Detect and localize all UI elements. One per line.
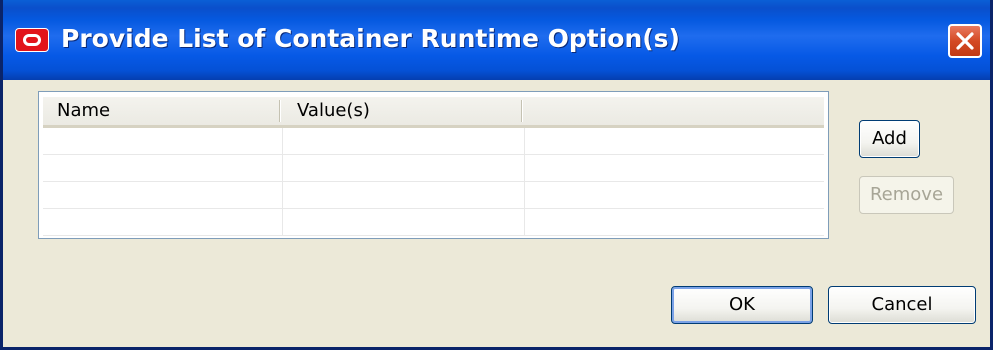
table-row[interactable] bbox=[43, 155, 824, 182]
table-row[interactable] bbox=[43, 182, 824, 209]
table-cell[interactable] bbox=[525, 128, 824, 154]
close-button[interactable] bbox=[948, 24, 982, 58]
column-header-extra[interactable] bbox=[525, 97, 824, 125]
table-cell[interactable] bbox=[283, 155, 525, 181]
dialog-title: Provide List of Container Runtime Option… bbox=[61, 24, 680, 53]
options-table[interactable]: Name Value(s) bbox=[38, 91, 829, 239]
table-cell[interactable] bbox=[525, 182, 824, 208]
add-button[interactable]: Add bbox=[859, 120, 920, 158]
oracle-logo-icon bbox=[15, 28, 49, 52]
table-cell[interactable] bbox=[43, 155, 283, 181]
column-divider[interactable] bbox=[521, 100, 523, 122]
table-cell[interactable] bbox=[283, 128, 525, 154]
ok-button[interactable]: OK bbox=[671, 286, 813, 324]
table-cell[interactable] bbox=[43, 128, 283, 154]
close-icon bbox=[956, 32, 974, 50]
table-row[interactable] bbox=[43, 209, 824, 236]
table-cell[interactable] bbox=[525, 155, 824, 181]
column-header-values[interactable]: Value(s) bbox=[283, 97, 523, 125]
table-cell[interactable] bbox=[283, 182, 525, 208]
title-bar[interactable]: Provide List of Container Runtime Option… bbox=[3, 0, 990, 80]
table-cell[interactable] bbox=[283, 209, 525, 235]
column-header-name[interactable]: Name bbox=[43, 97, 281, 125]
table-cell[interactable] bbox=[43, 182, 283, 208]
table-cell[interactable] bbox=[525, 209, 824, 235]
table-cell[interactable] bbox=[43, 209, 283, 235]
column-divider[interactable] bbox=[279, 100, 281, 122]
table-header: Name Value(s) bbox=[43, 97, 824, 128]
table-row[interactable] bbox=[43, 128, 824, 155]
runtime-options-dialog: Provide List of Container Runtime Option… bbox=[0, 0, 993, 350]
remove-button[interactable]: Remove bbox=[859, 176, 954, 214]
cancel-button[interactable]: Cancel bbox=[828, 286, 976, 324]
